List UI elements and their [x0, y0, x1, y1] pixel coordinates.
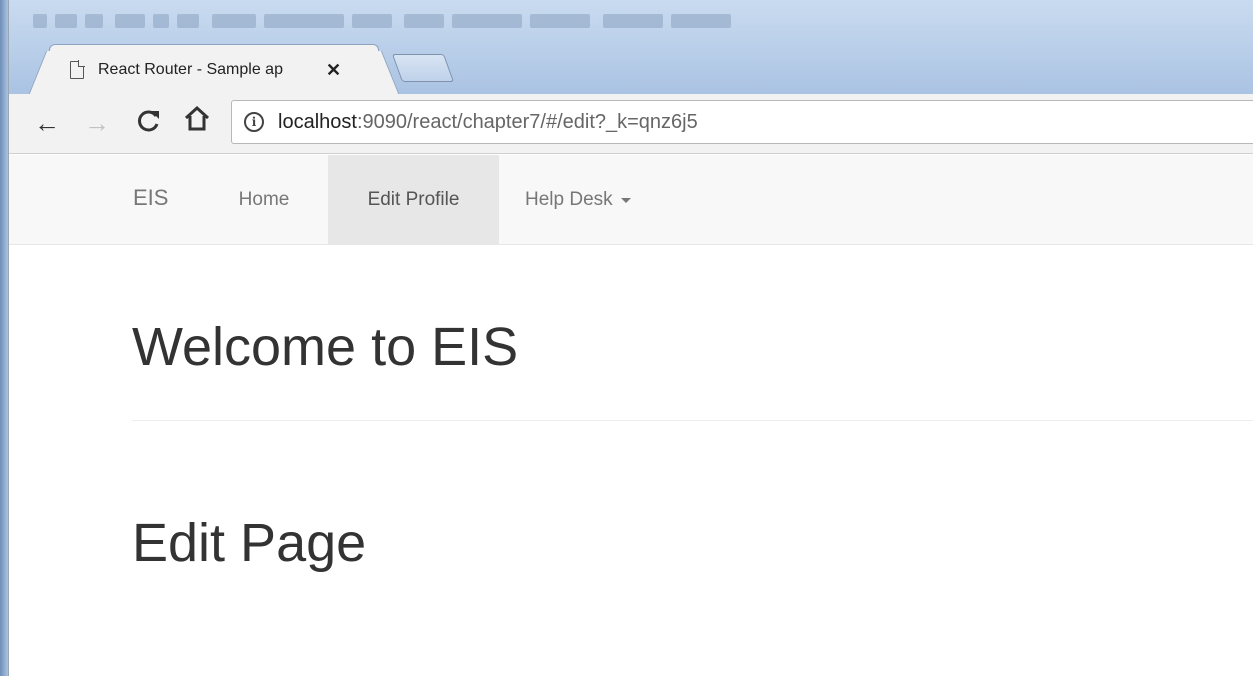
caret-down-icon: [620, 198, 631, 203]
reload-icon[interactable]: [135, 108, 163, 141]
url-host: localhost: [278, 110, 357, 133]
url-text[interactable]: localhost:9090/react/chapter7/#/edit?_k=…: [278, 111, 698, 134]
home-icon[interactable]: [183, 105, 211, 140]
nav-item-home[interactable]: Home: [219, 155, 309, 244]
nav-item-label: Help Desk: [525, 188, 613, 210]
browser-window: React Router - Sample ap ✕ ← → i localho…: [0, 0, 1253, 676]
nav-item-edit-profile[interactable]: Edit Profile: [328, 155, 499, 244]
navbar-brand[interactable]: EIS: [133, 185, 168, 211]
site-navbar: EIS Home Edit Profile Help Desk: [9, 155, 1253, 245]
nav-item-label: Edit Profile: [367, 188, 460, 210]
url-path: :9090/react/chapter7/#/edit?_k=qnz6j5: [356, 110, 698, 133]
background-window-toolbar: [29, 8, 1253, 38]
divider: [132, 420, 1253, 421]
browser-tab-active[interactable]: React Router - Sample ap ✕: [49, 44, 379, 94]
page-icon: [70, 61, 84, 79]
forward-arrow-icon[interactable]: →: [83, 108, 111, 139]
page-heading: Edit Page: [132, 513, 367, 573]
info-icon[interactable]: i: [244, 112, 264, 132]
new-tab-button[interactable]: [391, 54, 455, 82]
nav-item-help-desk[interactable]: Help Desk: [509, 155, 679, 244]
tab-title: React Router - Sample ap: [98, 61, 283, 78]
close-tab-icon[interactable]: ✕: [326, 60, 341, 81]
browser-toolbar: ← → i localhost:9090/react/chapter7/#/ed…: [9, 94, 1253, 154]
window-frame-left: [0, 0, 8, 676]
back-arrow-icon[interactable]: ←: [33, 108, 61, 139]
tab-strip: React Router - Sample ap ✕: [9, 0, 1253, 94]
nav-item-label: Home: [238, 188, 290, 210]
address-bar[interactable]: i localhost:9090/react/chapter7/#/edit?_…: [231, 100, 1253, 144]
welcome-heading: Welcome to EIS: [132, 317, 519, 377]
